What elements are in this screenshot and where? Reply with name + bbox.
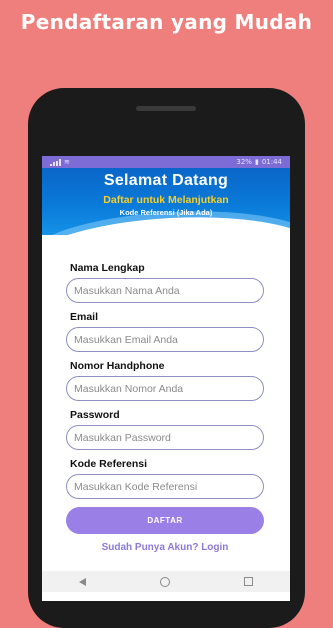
email-input[interactable]	[74, 333, 254, 346]
name-input[interactable]	[74, 284, 254, 297]
status-bar: ≋ 32% ▮ 01:44	[42, 156, 290, 168]
registration-form: Nama Lengkap Email Nomor Handphone Passw…	[66, 262, 266, 553]
field-label-name: Nama Lengkap	[70, 262, 145, 274]
phone-field[interactable]	[66, 376, 264, 401]
referral-note: Kode Referensi (Jika Ada)	[119, 208, 213, 217]
field-label-password: Password	[70, 409, 120, 421]
android-nav-bar	[42, 571, 290, 592]
field-label-phone: Nomor Handphone	[70, 360, 165, 372]
nav-recent-icon[interactable]	[244, 577, 253, 586]
phone-input[interactable]	[74, 382, 254, 395]
register-button[interactable]: DAFTAR	[66, 507, 264, 534]
password-field[interactable]	[66, 425, 264, 450]
battery-level: 32%	[236, 158, 252, 166]
header-subtitle: Daftar untuk Melanjutkan	[103, 194, 229, 206]
signal-icon	[50, 158, 61, 166]
promo-title: Pendaftaran yang Mudah	[20, 10, 313, 34]
referral-input[interactable]	[74, 480, 254, 493]
referral-field[interactable]	[66, 474, 264, 499]
wifi-icon: ≋	[64, 158, 70, 166]
nav-back-icon[interactable]	[79, 577, 86, 586]
phone-speaker	[136, 106, 196, 111]
header-banner: Selamat Datang Daftar untuk Melanjutkan …	[42, 168, 290, 235]
field-label-referral: Kode Referensi	[70, 458, 148, 470]
login-link[interactable]: Sudah Punya Akun? Login	[66, 542, 264, 553]
clock: 01:44	[261, 158, 282, 166]
name-field[interactable]	[66, 278, 264, 303]
password-input[interactable]	[74, 431, 254, 444]
email-field[interactable]	[66, 327, 264, 352]
welcome-title: Selamat Datang	[103, 172, 229, 189]
field-label-email: Email	[70, 311, 99, 323]
battery-icon: ▮	[254, 158, 259, 166]
nav-home-icon[interactable]	[160, 576, 170, 587]
